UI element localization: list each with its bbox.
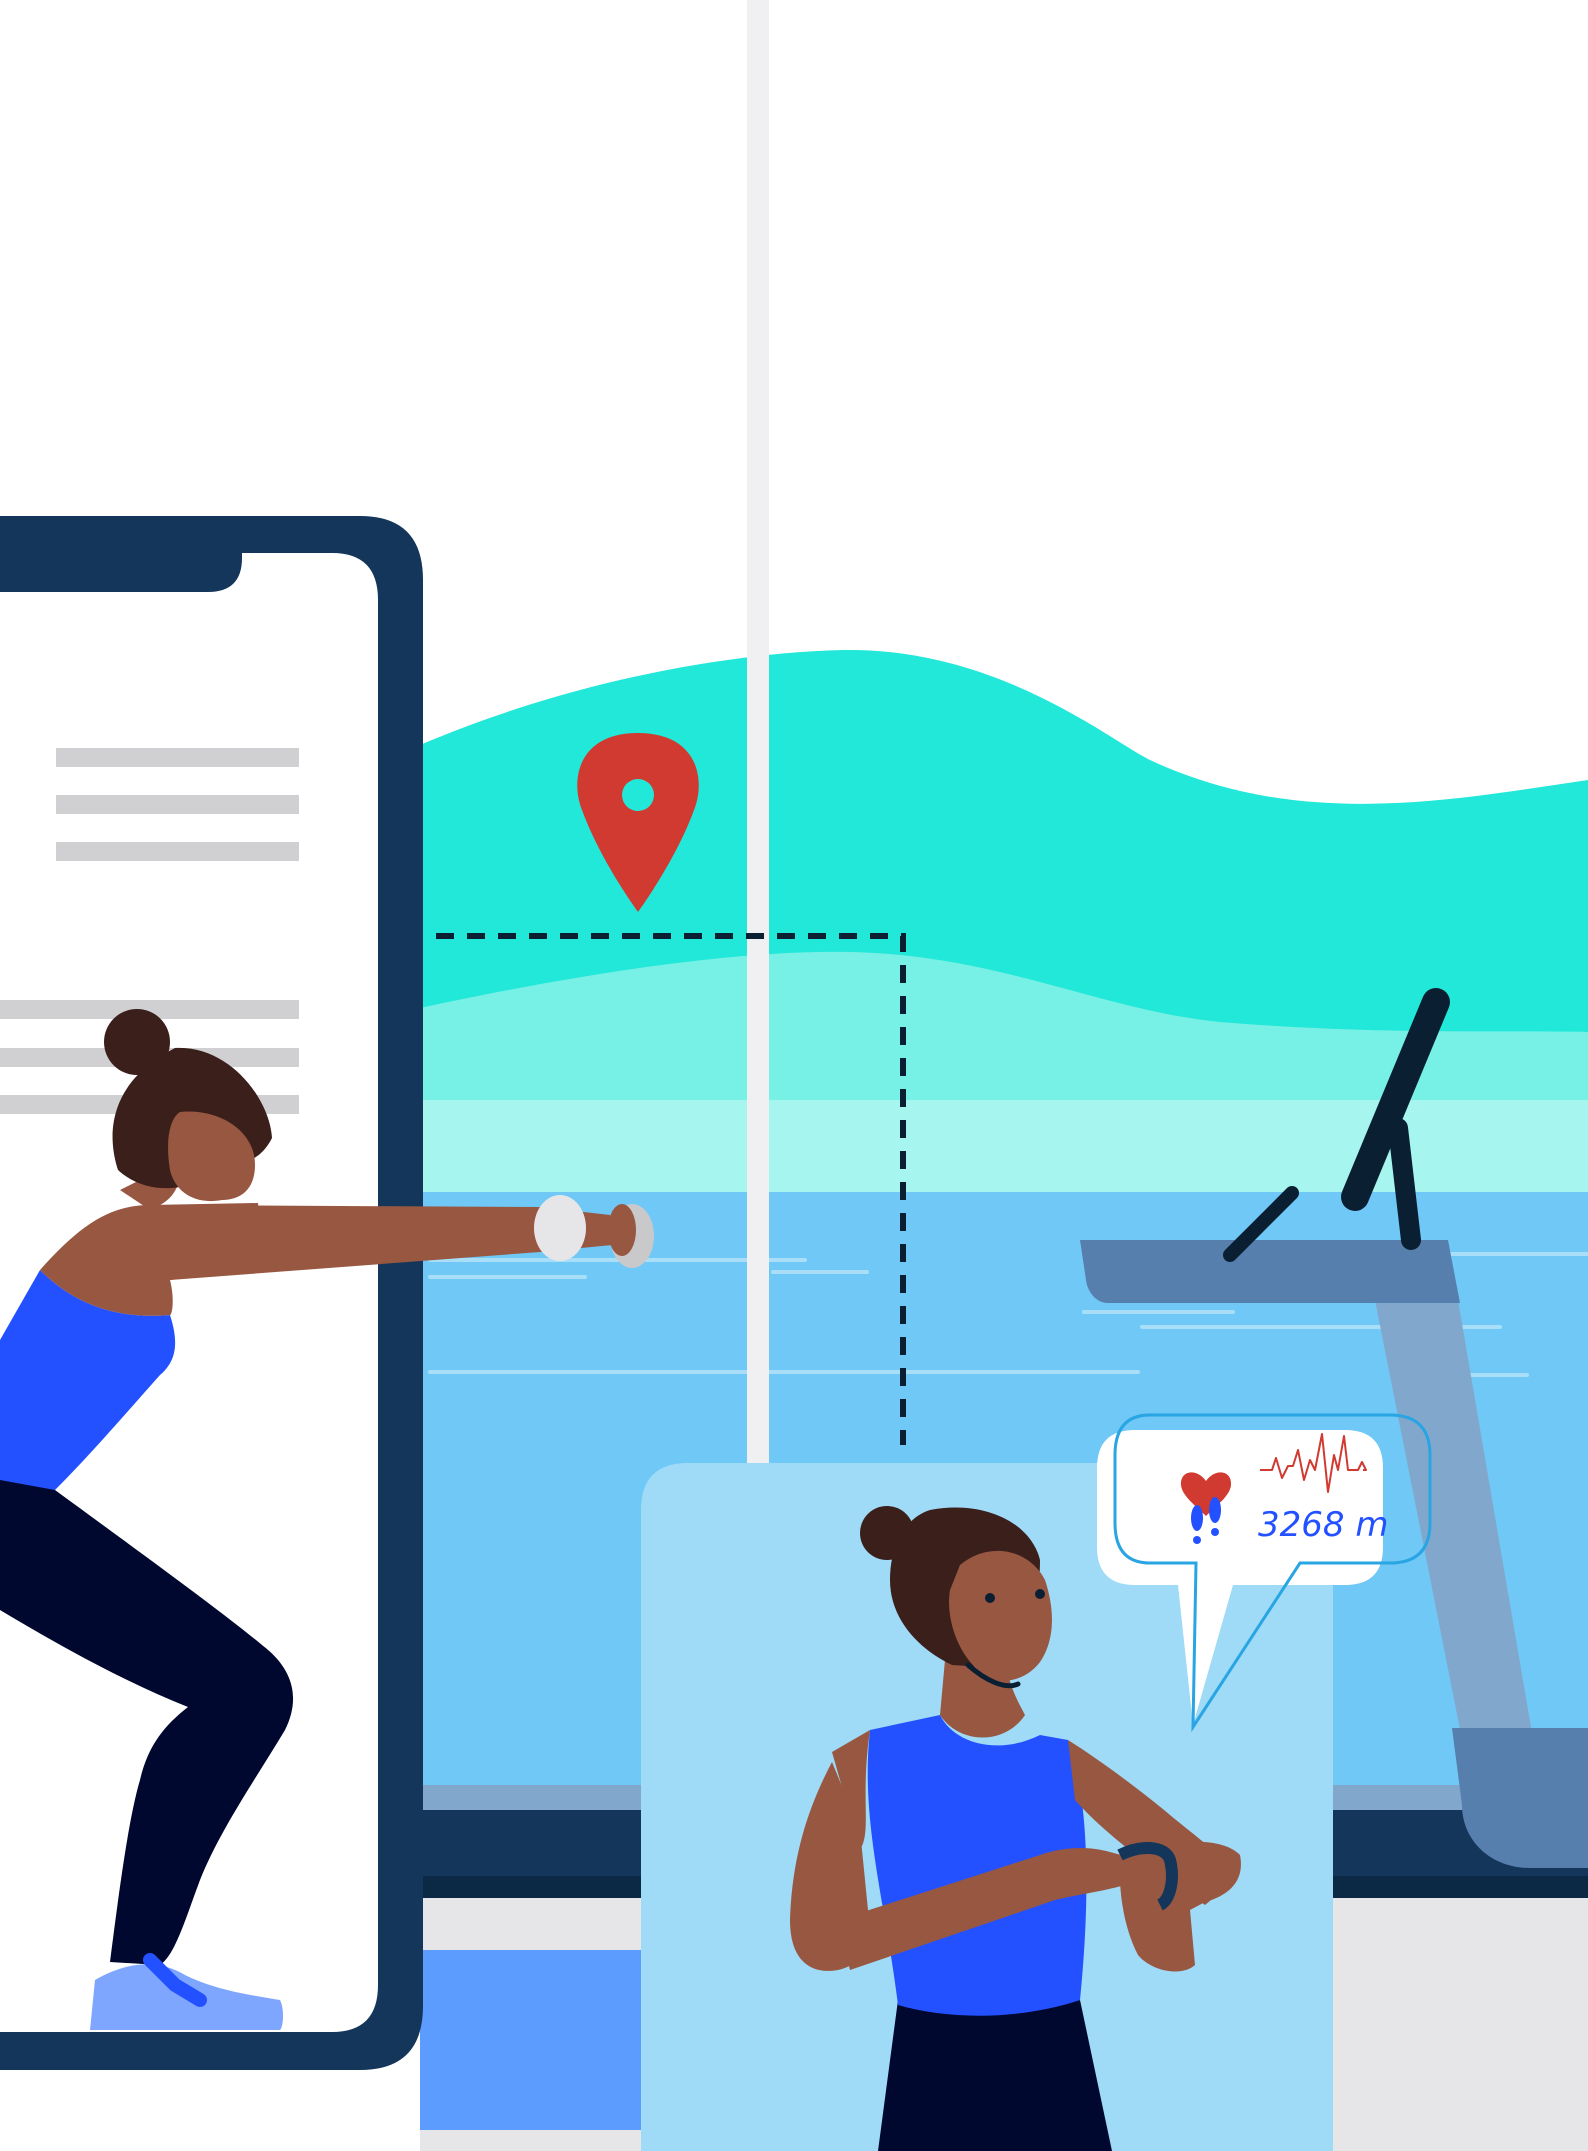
center-woman-eye-right [1035, 1589, 1045, 1599]
center-woman-eye-left [985, 1593, 995, 1603]
fitness-illustration: 3268 m [0, 0, 1588, 2151]
left-woman-hair-bun [104, 1009, 170, 1075]
center-woman-hair-bun [860, 1506, 914, 1560]
treadmill-console [1080, 1240, 1460, 1303]
floor-blue-mat [420, 1950, 650, 2130]
distance-label: 3268 m [1258, 1505, 1388, 1545]
center-woman-pants [878, 2000, 1112, 2151]
vertical-pole [747, 0, 769, 1480]
